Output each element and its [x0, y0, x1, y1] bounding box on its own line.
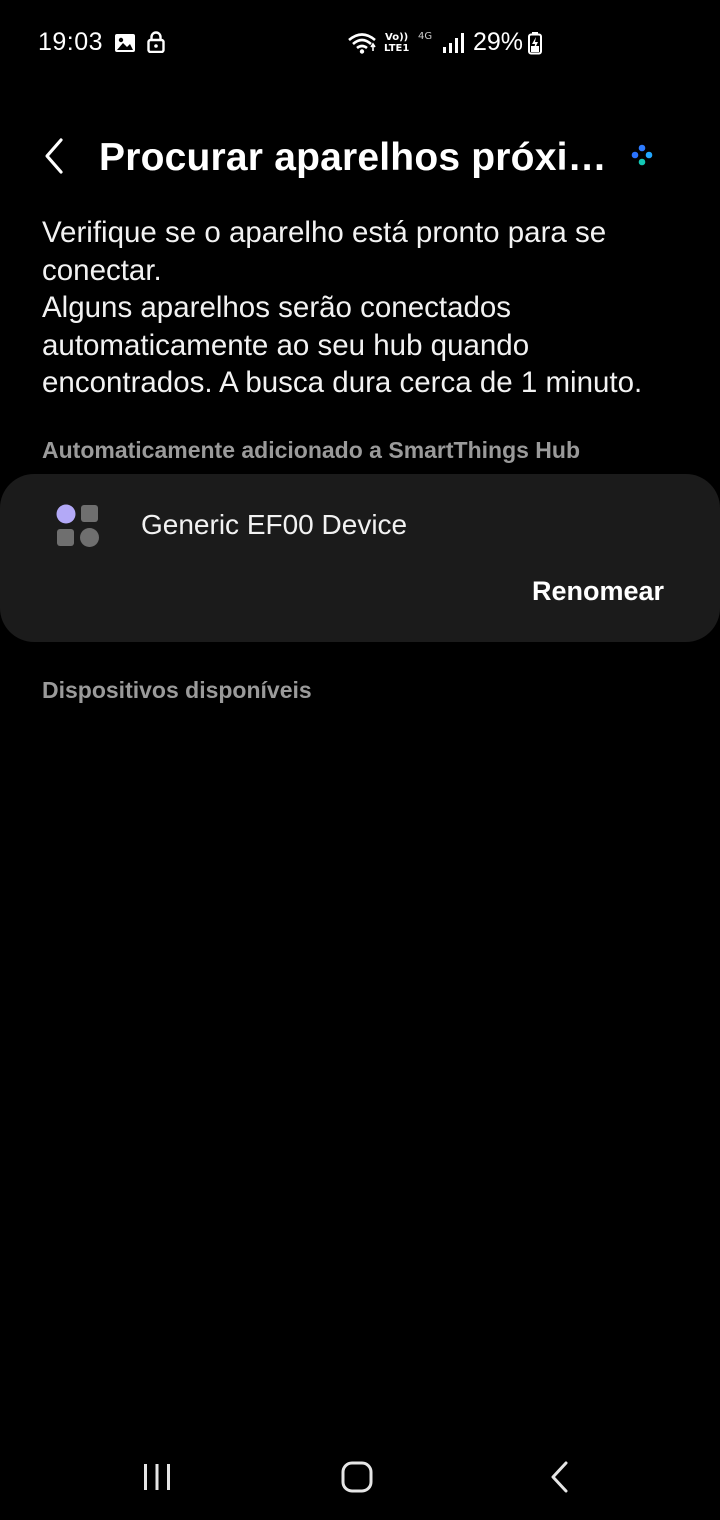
nav-back-button[interactable] — [540, 1460, 580, 1494]
back-button[interactable] — [30, 132, 78, 180]
navigation-bar — [0, 1432, 720, 1520]
status-time: 19:03 — [38, 28, 104, 56]
home-button[interactable] — [337, 1460, 377, 1494]
status-bar: 19:03 Vo)) LTE1 4G 29% — [0, 0, 720, 88]
description: Verifique se o aparelho está pronto para… — [42, 214, 692, 402]
dots-icon — [631, 144, 653, 166]
gallery-icon — [115, 34, 135, 52]
device-card[interactable]: Generic EF00 Device Renomear — [0, 474, 720, 642]
section-label-auto-added: Automaticamente adicionado a SmartThings… — [42, 437, 581, 463]
more-options-button[interactable] — [622, 136, 666, 176]
device-category-icon — [56, 504, 99, 547]
rename-button[interactable]: Renomear — [532, 576, 664, 607]
recent-apps-icon — [144, 1464, 170, 1490]
page-title: Procurar aparelhos próxi… — [99, 136, 607, 179]
network-4g-label: 4G — [418, 31, 433, 42]
network-lte-label: LTE1 — [384, 43, 410, 54]
back-icon — [551, 1461, 568, 1493]
home-icon — [341, 1461, 373, 1493]
recent-apps-button[interactable] — [137, 1460, 177, 1494]
description-line-2: Alguns aparelhos serão conectados automa… — [42, 291, 643, 399]
chevron-left-icon — [45, 138, 63, 174]
description-line-1: Verifique se o aparelho está pronto para… — [42, 216, 607, 287]
signal-icon — [443, 33, 464, 53]
device-name: Generic EF00 Device — [141, 509, 408, 540]
lock-icon — [147, 31, 165, 53]
wifi-icon — [348, 33, 376, 54]
network-volte-label: Vo)) — [385, 32, 409, 43]
battery-percentage: 29% — [473, 28, 524, 56]
section-label-available: Dispositivos disponíveis — [42, 677, 312, 703]
battery-charging-icon — [528, 32, 542, 55]
